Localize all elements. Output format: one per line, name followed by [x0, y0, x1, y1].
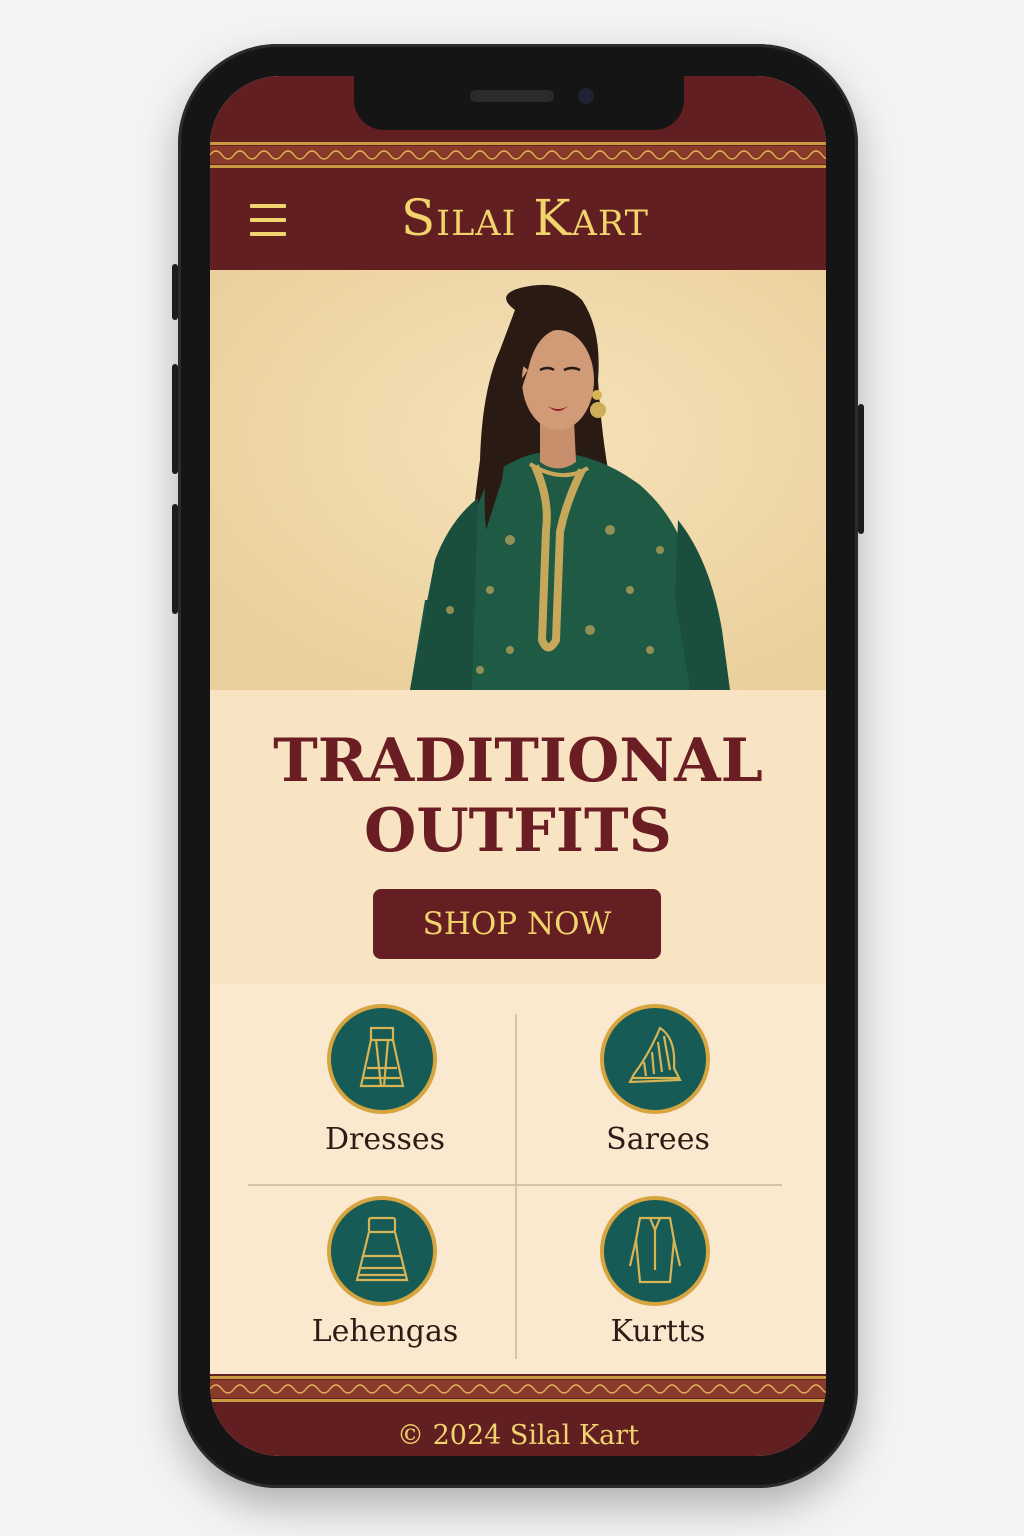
phone-screen: Silai Kart TRADITIONAL OUTFITS SHOP NOW …	[210, 76, 826, 1456]
saree-icon	[600, 1004, 710, 1114]
app-footer: © 2024 Silal Kart	[210, 1374, 826, 1456]
category-dresses[interactable]: Dresses	[250, 984, 520, 1164]
volume-down-button	[172, 504, 178, 614]
brand-logo[interactable]: Silai Kart	[360, 188, 690, 248]
model-in-green-kurta	[210, 270, 826, 690]
volume-up-button	[172, 364, 178, 474]
category-label: Lehengas	[311, 1314, 459, 1349]
kurta-icon	[600, 1196, 710, 1306]
hamburger-menu-icon[interactable]	[248, 200, 288, 240]
speaker-grille	[470, 90, 554, 102]
category-lehengas[interactable]: Lehengas	[250, 1176, 520, 1356]
hero-banner[interactable]	[210, 270, 826, 690]
dress-icon	[327, 1004, 437, 1114]
front-camera	[578, 88, 594, 104]
headline-line-2: OUTFITS	[364, 796, 672, 866]
phone-notch	[354, 76, 684, 130]
shop-now-button[interactable]: SHOP NOW	[373, 889, 661, 959]
category-sarees[interactable]: Sarees	[523, 984, 793, 1164]
category-label: Kurtts	[610, 1314, 706, 1349]
category-label: Sarees	[606, 1122, 710, 1157]
ornamental-border-top	[210, 140, 826, 170]
lehenga-icon	[327, 1196, 437, 1306]
power-button	[858, 404, 864, 534]
ornamental-border-bottom	[210, 1374, 826, 1404]
phone-frame: Silai Kart TRADITIONAL OUTFITS SHOP NOW …	[172, 44, 864, 1488]
silent-switch	[172, 264, 178, 320]
category-label: Dresses	[324, 1122, 446, 1157]
hero-headline: TRADITIONAL OUTFITS	[210, 726, 826, 866]
category-kurtas[interactable]: Kurtts	[523, 1176, 793, 1356]
copyright-text: © 2024 Silal Kart	[397, 1420, 639, 1451]
headline-line-1: TRADITIONAL	[273, 726, 763, 796]
